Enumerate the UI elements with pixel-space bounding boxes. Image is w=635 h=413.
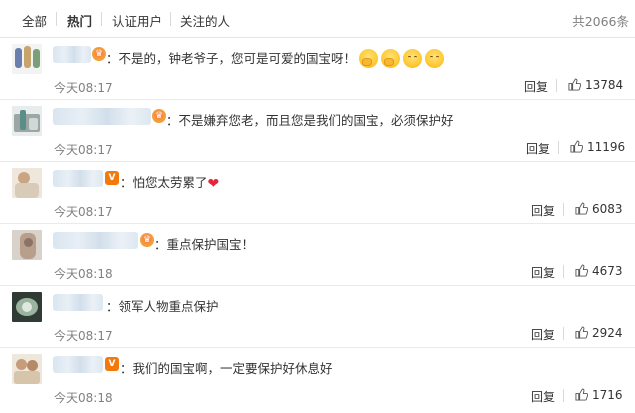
comment-time: 今天08:17 xyxy=(54,143,113,157)
comment-text-body: ：不是的，钟老爷子，您可是可爱的国宝呀！ xyxy=(106,51,357,66)
username-blurred[interactable] xyxy=(53,170,103,187)
reply-button[interactable]: 回复 xyxy=(531,264,555,281)
crown-badge-icon: ♛ xyxy=(92,47,106,61)
tab-divider xyxy=(101,12,102,26)
verified-v-badge-icon: V xyxy=(105,357,119,371)
reply-button[interactable]: 回复 xyxy=(531,388,555,405)
tab-divider xyxy=(56,12,57,26)
comment-filter-bar: 全部 热门 认证用户 关注的人 共2066条 xyxy=(0,0,635,38)
avatar[interactable] xyxy=(12,230,42,260)
comment-text: ：领军人物重点保护 xyxy=(106,299,219,314)
comment-text: ：我们的国宝啊，一定要保护好休息好 xyxy=(120,361,333,376)
reply-button[interactable]: 回复 xyxy=(531,326,555,343)
avatar[interactable] xyxy=(12,168,42,198)
username-blurred[interactable] xyxy=(53,356,103,373)
username-blurred[interactable] xyxy=(53,108,151,125)
crown-badge-icon: ♛ xyxy=(140,233,154,247)
tab-all[interactable]: 全部 xyxy=(22,11,47,30)
action-divider xyxy=(563,265,564,278)
comment-item: ：领军人物重点保护 今天08:17 回复 2924 xyxy=(0,286,635,348)
like-count: 6083 xyxy=(592,202,623,216)
tab-verified-users[interactable]: 认证用户 xyxy=(112,11,162,30)
like-button[interactable]: 13784 xyxy=(568,78,623,92)
reply-button[interactable]: 回复 xyxy=(526,140,550,157)
think-emoji-icon xyxy=(359,49,379,68)
like-count: 11196 xyxy=(587,140,626,154)
comment-text: ：重点保护国宝！ xyxy=(154,237,255,252)
smile-emoji-icon xyxy=(403,49,423,68)
comment-time: 今天08:17 xyxy=(54,329,113,343)
username-blurred[interactable] xyxy=(53,294,103,311)
verified-v-badge-icon: V xyxy=(105,171,119,185)
tab-following[interactable]: 关注的人 xyxy=(180,11,230,30)
crown-badge-icon: ♛ xyxy=(152,109,166,123)
comment-item: V ：我们的国宝啊，一定要保护好休息好 今天08:18 回复 1716 xyxy=(0,348,635,413)
action-divider xyxy=(563,203,564,216)
like-button[interactable]: 6083 xyxy=(575,202,623,216)
comment-item: ♛ ：不是的，钟老爷子，您可是可爱的国宝呀！ 今天08:17 回复 13784 xyxy=(0,38,635,100)
like-count: 1716 xyxy=(592,388,623,402)
like-button[interactable]: 4673 xyxy=(575,264,623,278)
action-divider xyxy=(563,389,564,402)
comment-text: ：不是的，钟老爷子，您可是可爱的国宝呀！ xyxy=(106,48,445,68)
username-blurred[interactable] xyxy=(53,232,138,249)
avatar[interactable] xyxy=(12,106,42,136)
think-emoji-icon xyxy=(381,49,401,68)
tab-hot[interactable]: 热门 xyxy=(67,11,92,30)
comment-text: ：不是嫌弃您老，而且您是我们的国宝，必须保护好 xyxy=(166,113,454,128)
comment-item: ♛ ：不是嫌弃您老，而且您是我们的国宝，必须保护好 今天08:17 回复 111… xyxy=(0,100,635,162)
avatar[interactable] xyxy=(12,44,42,74)
comment-item: V ：怕您太劳累了❤ 今天08:17 回复 6083 xyxy=(0,162,635,224)
comment-text-body: ：怕您太劳累了 xyxy=(120,175,208,190)
like-count: 4673 xyxy=(592,264,623,278)
reply-button[interactable]: 回复 xyxy=(531,202,555,219)
smile-emoji-icon xyxy=(425,49,445,68)
thumbs-up-icon xyxy=(570,140,583,153)
comment-time: 今天08:18 xyxy=(54,267,113,281)
thumbs-up-icon xyxy=(568,78,581,91)
comment-time: 今天08:17 xyxy=(54,205,113,219)
comment-total-count: 共2066条 xyxy=(572,14,629,29)
avatar[interactable] xyxy=(12,292,42,322)
username-blurred[interactable] xyxy=(53,46,91,63)
like-button[interactable]: 2924 xyxy=(575,326,623,340)
action-divider xyxy=(563,327,564,340)
avatar[interactable] xyxy=(12,354,42,384)
comment-item: ♛ ：重点保护国宝！ 今天08:18 回复 4673 xyxy=(0,224,635,286)
like-button[interactable]: 11196 xyxy=(570,140,625,154)
thumbs-up-icon xyxy=(575,202,588,215)
like-button[interactable]: 1716 xyxy=(575,388,623,402)
tab-divider xyxy=(170,12,171,26)
comment-time: 今天08:17 xyxy=(54,81,113,95)
like-count: 2924 xyxy=(592,326,623,340)
reply-button[interactable]: 回复 xyxy=(524,78,548,95)
action-divider xyxy=(558,141,559,154)
comment-text: ：怕您太劳累了❤ xyxy=(120,172,219,192)
comment-time: 今天08:18 xyxy=(54,391,113,405)
thumbs-up-icon xyxy=(575,326,588,339)
thumbs-up-icon xyxy=(575,264,588,277)
like-count: 13784 xyxy=(585,78,624,92)
action-divider xyxy=(556,79,557,92)
thumbs-up-icon xyxy=(575,388,588,401)
heart-emoji-icon: ❤ xyxy=(207,176,220,192)
